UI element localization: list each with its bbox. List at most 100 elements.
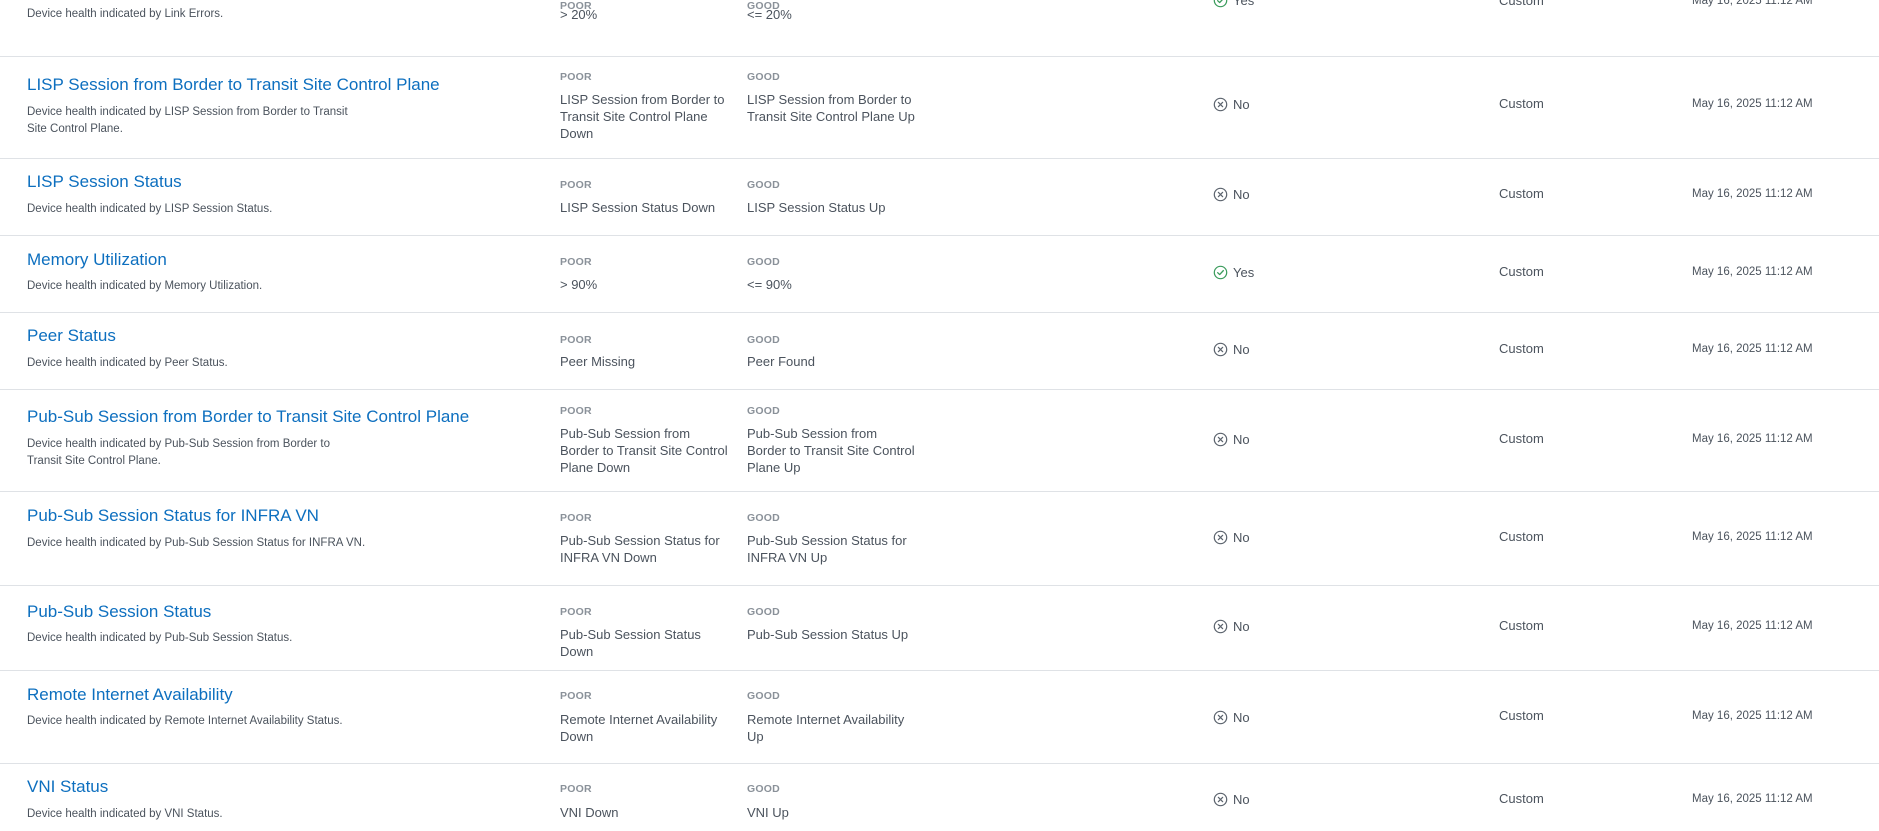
scope-text: Custom (1499, 618, 1544, 633)
good-label: GOOD (747, 256, 780, 268)
status-text: No (1233, 619, 1250, 634)
table-row: Link Error Device health indicated by Li… (0, 0, 1879, 57)
poor-threshold: Pub-Sub Session Status for INFRA VN Down (560, 533, 720, 565)
check-circle-icon (1213, 265, 1228, 280)
status-text: No (1233, 342, 1250, 357)
kpi-description: Device health indicated by Link Errors. (27, 8, 224, 20)
table-row: LISP Session from Border to Transit Site… (0, 57, 1879, 159)
poor-threshold: Peer Missing (560, 354, 636, 369)
last-updated: May 16, 2025 11:12 AM (1692, 188, 1813, 200)
x-circle-icon (1213, 530, 1228, 545)
kpi-description: Device health indicated by Memory Utiliz… (27, 280, 263, 292)
poor-threshold: > 20% (560, 7, 598, 22)
kpi-name-link[interactable]: VNI Status (27, 776, 108, 798)
kpi-name-link[interactable]: Peer Status (27, 325, 116, 347)
good-threshold: LISP Session Status Up (747, 200, 886, 215)
scope-text: Custom (1499, 431, 1544, 446)
good-label: GOOD (747, 606, 780, 618)
status-text: No (1233, 792, 1250, 807)
table-row: Pub-Sub Session Status Device health ind… (0, 586, 1879, 671)
status-text: No (1233, 97, 1250, 112)
kpi-description: Device health indicated by Peer Status. (27, 357, 228, 369)
last-updated: May 16, 2025 11:12 AM (1692, 793, 1813, 805)
scope-text: Custom (1499, 186, 1544, 201)
kpi-description: Device health indicated by Pub-Sub Sessi… (27, 537, 366, 549)
scope-text: Custom (1499, 0, 1544, 8)
status-cell: No (1213, 792, 1250, 807)
poor-threshold: > 90% (560, 277, 598, 292)
table-row: Remote Internet Availability Device heal… (0, 671, 1879, 764)
good-threshold: VNI Up (747, 805, 789, 820)
scope-text: Custom (1499, 791, 1544, 806)
status-cell: No (1213, 97, 1250, 112)
last-updated: May 16, 2025 11:12 AM (1692, 343, 1813, 355)
good-threshold: <= 20% (747, 7, 792, 22)
status-text: No (1233, 710, 1250, 725)
kpi-name-link[interactable]: LISP Session Status (27, 171, 182, 193)
kpi-description: Device health indicated by Pub-Sub Sessi… (27, 438, 330, 467)
good-label: GOOD (747, 690, 780, 702)
table-row: Pub-Sub Session Status for INFRA VN Devi… (0, 492, 1879, 586)
status-cell: No (1213, 619, 1250, 634)
kpi-description: Device health indicated by Remote Intern… (27, 715, 343, 727)
poor-label: POOR (560, 256, 592, 268)
kpi-name-link[interactable]: Remote Internet Availability (27, 684, 233, 706)
status-text: No (1233, 432, 1250, 447)
x-circle-icon (1213, 710, 1228, 725)
good-label: GOOD (747, 405, 780, 417)
kpi-name-link[interactable]: Pub-Sub Session from Border to Transit S… (27, 406, 469, 428)
x-circle-icon (1213, 619, 1228, 634)
table-row: Memory Utilization Device health indicat… (0, 236, 1879, 313)
last-updated: May 16, 2025 11:12 AM (1692, 0, 1813, 7)
good-label: GOOD (747, 783, 780, 795)
good-label: GOOD (747, 334, 780, 346)
status-cell: Yes (1213, 0, 1254, 8)
poor-threshold: LISP Session from Border to Transit Site… (560, 92, 725, 141)
last-updated: May 16, 2025 11:12 AM (1692, 620, 1813, 632)
poor-threshold: VNI Down (560, 805, 619, 820)
status-cell: Yes (1213, 265, 1254, 280)
good-threshold: Pub-Sub Session Status for INFRA VN Up (747, 533, 907, 565)
last-updated: May 16, 2025 11:12 AM (1692, 710, 1813, 722)
poor-label: POOR (560, 405, 592, 417)
poor-label: POOR (560, 606, 592, 618)
scope-text: Custom (1499, 708, 1544, 723)
status-text: No (1233, 187, 1250, 202)
status-text: Yes (1233, 0, 1255, 8)
kpi-name-link[interactable]: Pub-Sub Session Status for INFRA VN (27, 505, 319, 527)
status-cell: No (1213, 432, 1250, 447)
good-threshold: Pub-Sub Session Status Up (747, 627, 909, 642)
poor-label: POOR (560, 690, 592, 702)
last-updated: May 16, 2025 11:12 AM (1692, 266, 1813, 278)
good-threshold: Peer Found (747, 354, 815, 369)
good-label: GOOD (747, 512, 780, 524)
poor-label: POOR (560, 71, 592, 83)
poor-threshold: Pub-Sub Session from Border to Transit S… (560, 426, 728, 475)
x-circle-icon (1213, 432, 1228, 447)
table-row: Pub-Sub Session from Border to Transit S… (0, 390, 1879, 492)
table-row: LISP Session Status Device health indica… (0, 159, 1879, 236)
status-cell: No (1213, 187, 1250, 202)
kpi-name-link[interactable]: LISP Session from Border to Transit Site… (27, 74, 440, 96)
poor-threshold: Remote Internet Availability Down (560, 712, 718, 744)
kpi-name-link[interactable]: Pub-Sub Session Status (27, 601, 211, 623)
status-cell: No (1213, 342, 1250, 357)
x-circle-icon (1213, 187, 1228, 202)
kpi-name-link[interactable]: Memory Utilization (27, 249, 167, 271)
x-circle-icon (1213, 342, 1228, 357)
poor-threshold: LISP Session Status Down (560, 200, 716, 215)
good-label: GOOD (747, 71, 780, 83)
kpi-table: Link Error Device health indicated by Li… (0, 0, 1879, 831)
status-cell: No (1213, 530, 1250, 545)
poor-label: POOR (560, 512, 592, 524)
check-circle-icon (1213, 0, 1228, 8)
kpi-description: Device health indicated by Pub-Sub Sessi… (27, 632, 293, 644)
poor-label: POOR (560, 783, 592, 795)
kpi-description: Device health indicated by LISP Session … (27, 203, 273, 215)
good-threshold: <= 90% (747, 277, 792, 292)
last-updated: May 16, 2025 11:12 AM (1692, 433, 1813, 445)
good-threshold: Pub-Sub Session from Border to Transit S… (747, 426, 915, 475)
poor-threshold: Pub-Sub Session Status Down (560, 627, 701, 659)
last-updated: May 16, 2025 11:12 AM (1692, 531, 1813, 543)
kpi-description: Device health indicated by VNI Status. (27, 808, 223, 820)
